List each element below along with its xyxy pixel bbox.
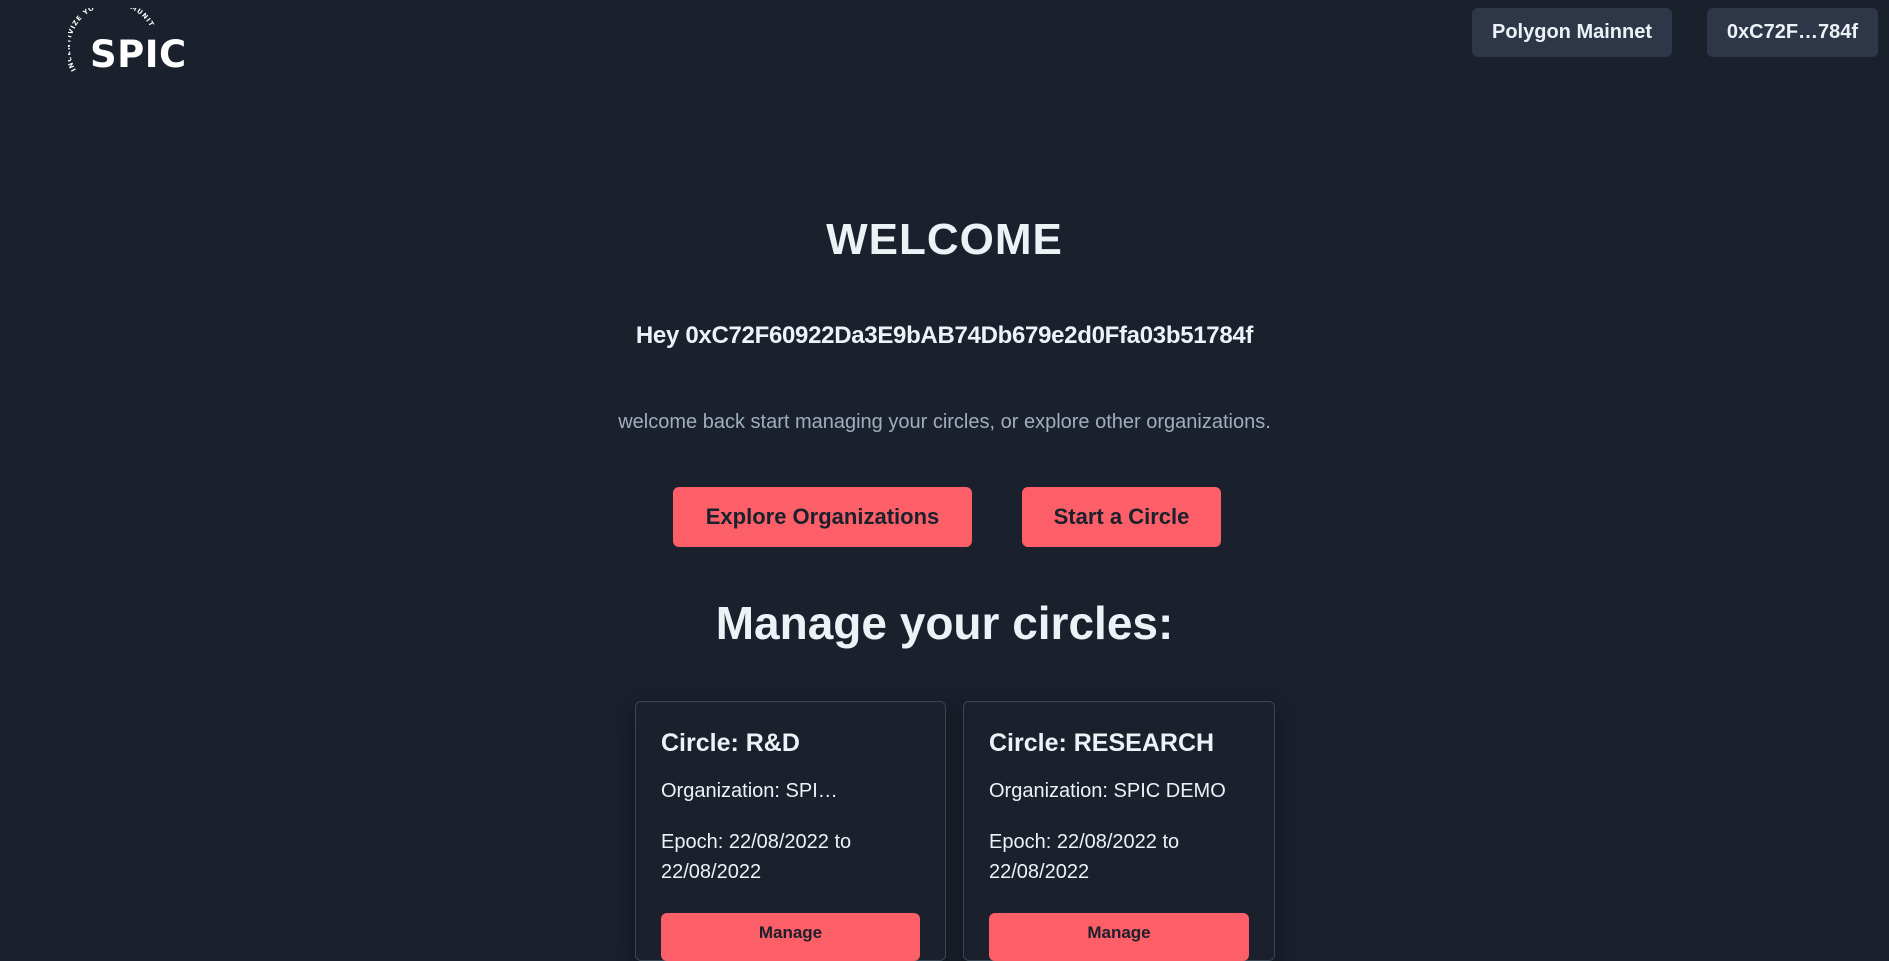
circle-card: Circle: RESEARCH Organization: SPIC DEMO… bbox=[963, 701, 1275, 961]
circle-organization: Organization: SPIC DEMO bbox=[989, 780, 1226, 802]
manage-circle-button[interactable]: Manage bbox=[661, 913, 920, 961]
circle-card: Circle: R&D Organization: SPIC… Epoch: 2… bbox=[635, 701, 946, 961]
welcome-subtitle: welcome back start managing your circles… bbox=[618, 411, 1271, 433]
logo-wordmark: SPIC bbox=[90, 33, 187, 76]
wallet-account-button[interactable]: 0xC72F…784f bbox=[1707, 8, 1878, 57]
network-selector-button[interactable]: Polygon Mainnet bbox=[1472, 8, 1672, 57]
explore-organizations-button[interactable]: Explore Organizations bbox=[673, 487, 972, 547]
circle-organization: Organization: SPIC… bbox=[661, 780, 851, 802]
greeting-text: Hey 0xC72F60922Da3E9bAB74Db679e2d0Ffa03b… bbox=[635, 322, 1254, 349]
page-title: WELCOME bbox=[826, 215, 1063, 264]
circle-epoch: Epoch: 22/08/2022 to 22/08/2022 bbox=[989, 831, 1180, 883]
circle-title: Circle: RESEARCH bbox=[989, 729, 1215, 757]
manage-circle-button[interactable]: Manage bbox=[989, 913, 1249, 961]
circle-title: Circle: R&D bbox=[661, 729, 800, 757]
manage-circles-heading: Manage your circles: bbox=[715, 597, 1174, 649]
circle-epoch: Epoch: 22/08/2022 to 22/08/2022 bbox=[661, 831, 852, 883]
spic-logo[interactable]: INCENTIVIZE YOUR COMMUNITY SPIC bbox=[68, 8, 200, 74]
start-circle-button[interactable]: Start a Circle bbox=[1022, 487, 1221, 547]
